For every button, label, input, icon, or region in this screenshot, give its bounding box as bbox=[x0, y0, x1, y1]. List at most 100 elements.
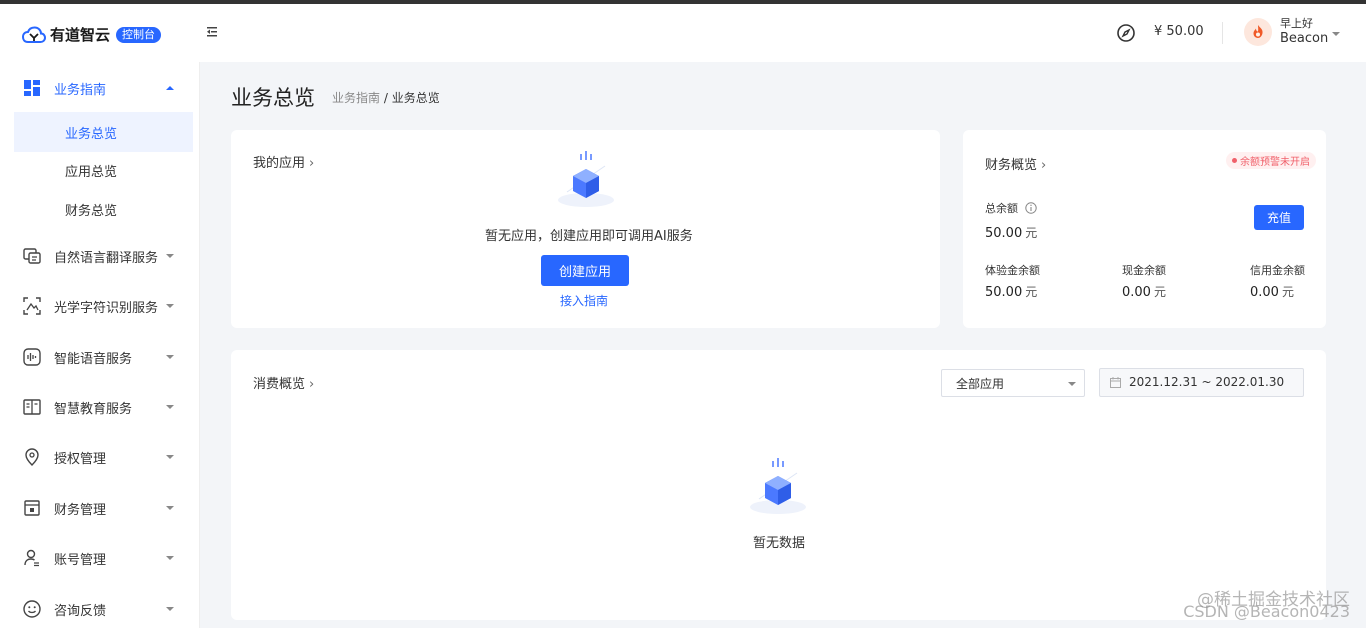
app-filter-value: 全部应用 bbox=[956, 376, 1005, 391]
caret-down-icon bbox=[166, 506, 174, 510]
date-range-picker[interactable]: 2021.12.31 ~ 2022.01.30 bbox=[1099, 368, 1304, 397]
recharge-button[interactable]: 充值 bbox=[1254, 205, 1304, 230]
caret-down-icon bbox=[166, 405, 174, 409]
chevron-right-icon: › bbox=[309, 377, 315, 392]
sidebar-item-label: 业务总览 bbox=[65, 126, 118, 142]
wallet-icon bbox=[24, 500, 40, 516]
logo-text: 有道智云 bbox=[50, 26, 111, 44]
greeting: 早上好 bbox=[1280, 17, 1313, 30]
sidebar-item-label: 智能语音服务 bbox=[54, 351, 133, 367]
sidebar-item-label: 财务总览 bbox=[65, 203, 118, 219]
account-balance[interactable]: ¥ 50.00 bbox=[1154, 24, 1204, 39]
currency-unit: 元 bbox=[1281, 285, 1294, 299]
sidebar-item-account[interactable]: 账号管理 bbox=[0, 538, 200, 578]
consumption-title-text: 消费概览 bbox=[253, 377, 306, 392]
caret-down-icon[interactable] bbox=[1332, 30, 1340, 38]
consumption-empty-text: 暂无数据 bbox=[753, 536, 806, 551]
sidebar-item-translation[interactable]: 自然语言翻译服务 bbox=[0, 236, 200, 276]
compass-icon[interactable] bbox=[1116, 23, 1136, 43]
sidebar-item-label: 光学字符识别服务 bbox=[54, 300, 159, 316]
my-apps-empty-text: 暂无应用，创建应用即可调用AI服务 bbox=[485, 229, 693, 244]
total-balance-label-text: 总余额 bbox=[985, 202, 1018, 215]
watermark-csdn: CSDN @Beacon0423 bbox=[1183, 602, 1350, 621]
app-filter-select[interactable]: 全部应用 bbox=[941, 369, 1085, 397]
calendar-icon bbox=[1110, 377, 1121, 388]
total-balance-amount: 50.00 bbox=[985, 226, 1023, 241]
sidebar-item-label: 自然语言翻译服务 bbox=[54, 250, 159, 266]
currency-unit: 元 bbox=[1153, 285, 1166, 299]
consumption-title[interactable]: 消费概览 › bbox=[253, 373, 314, 392]
total-balance-value: 50.00 元 bbox=[985, 224, 1037, 241]
alert-dot-icon bbox=[1232, 158, 1237, 163]
sidebar-item-label: 业务指南 bbox=[54, 82, 107, 98]
sidebar-item-feedback[interactable]: 咨询反馈 bbox=[0, 589, 200, 628]
sidebar-item-finance-management[interactable]: 财务管理 bbox=[0, 488, 200, 528]
caret-down-icon bbox=[166, 607, 174, 611]
caret-down-icon bbox=[166, 556, 174, 560]
flame-avatar-icon bbox=[1253, 25, 1263, 38]
my-apps-title-text: 我的应用 bbox=[253, 156, 306, 171]
sidebar-item-business-overview[interactable]: 业务总览 bbox=[14, 112, 193, 152]
collapse-sidebar-icon[interactable] bbox=[204, 24, 220, 40]
breadcrumb-parent[interactable]: 业务指南 bbox=[332, 91, 380, 105]
date-range-value: 2021.12.31 ~ 2022.01.30 bbox=[1129, 375, 1285, 389]
sidebar-item-label: 应用总览 bbox=[65, 164, 118, 180]
logo[interactable]: 有道智云 控制台 bbox=[22, 24, 162, 45]
cash-balance-amount: 0.00 bbox=[1122, 285, 1151, 300]
sidebar-item-authorization[interactable]: 授权管理 bbox=[0, 437, 200, 477]
book-icon bbox=[23, 399, 41, 415]
sidebar-item-voice[interactable]: 智能语音服务 bbox=[0, 337, 200, 377]
ocr-icon bbox=[23, 297, 41, 315]
sidebar-item-label: 账号管理 bbox=[54, 552, 107, 568]
credit-balance-label: 信用金余额 bbox=[1250, 264, 1305, 277]
breadcrumb-current: 业务总览 bbox=[391, 91, 440, 105]
caret-down-icon bbox=[166, 455, 174, 459]
sidebar-item-education[interactable]: 智慧教育服务 bbox=[0, 387, 200, 427]
currency-unit: 元 bbox=[1025, 285, 1038, 299]
cloud-logo-icon bbox=[22, 25, 46, 43]
breadcrumb-separator: / bbox=[380, 91, 392, 105]
balance-alert-text: 余额预警未开启 bbox=[1240, 157, 1310, 168]
chevron-right-icon: › bbox=[1041, 158, 1047, 173]
cash-balance-value: 0.00 元 bbox=[1122, 283, 1166, 300]
integration-guide-link[interactable]: 接入指南 bbox=[560, 292, 608, 309]
sidebar-item-business-guide[interactable]: 业务指南 bbox=[0, 68, 200, 108]
my-apps-title[interactable]: 我的应用 › bbox=[253, 152, 314, 171]
caret-down-icon bbox=[166, 254, 174, 258]
sidebar-item-ocr[interactable]: 光学字符识别服务 bbox=[0, 286, 200, 326]
header-divider bbox=[1222, 22, 1223, 44]
top-header: 有道智云 控制台 ¥ 50.00 早上好 Beacon bbox=[0, 4, 1366, 62]
location-icon bbox=[25, 448, 39, 466]
sidebar-item-app-overview[interactable]: 应用总览 bbox=[14, 150, 193, 190]
sidebar-item-label: 咨询反馈 bbox=[54, 603, 107, 619]
user-icon bbox=[24, 549, 39, 567]
empty-data-illustration-icon bbox=[750, 458, 806, 514]
finance-title-text: 财务概览 bbox=[985, 158, 1038, 173]
translate-icon bbox=[23, 248, 41, 264]
balance-alert-badge[interactable]: 余额预警未开启 bbox=[1226, 152, 1316, 169]
avatar[interactable] bbox=[1244, 18, 1272, 46]
finance-title[interactable]: 财务概览 › bbox=[985, 154, 1046, 173]
currency-unit: 元 bbox=[1025, 226, 1038, 240]
trial-balance-amount: 50.00 bbox=[985, 285, 1023, 300]
page-title: 业务总览 bbox=[231, 86, 315, 110]
cash-balance-label: 现金余额 bbox=[1122, 264, 1166, 277]
sidebar: 业务指南 业务总览 应用总览 财务总览 自然语言翻译服务 光学字符识别服务 智能… bbox=[0, 62, 200, 628]
breadcrumb: 业务指南 / 业务总览 bbox=[332, 89, 440, 106]
sidebar-item-label: 财务管理 bbox=[54, 502, 107, 518]
username[interactable]: Beacon bbox=[1280, 31, 1328, 46]
sidebar-item-finance-overview[interactable]: 财务总览 bbox=[14, 189, 193, 229]
create-app-button[interactable]: 创建应用 bbox=[541, 255, 629, 286]
my-apps-card: 我的应用 › 暂无应用，创建应用即可调用AI服务 创建应用 接入指南 bbox=[231, 130, 940, 328]
caret-up-icon bbox=[166, 86, 174, 90]
info-icon[interactable] bbox=[1024, 202, 1037, 214]
credit-balance-value: 0.00 元 bbox=[1250, 283, 1294, 300]
caret-down-icon bbox=[1068, 382, 1076, 386]
smile-icon bbox=[23, 600, 41, 618]
console-badge: 控制台 bbox=[116, 26, 162, 43]
total-balance-label: 总余额 bbox=[985, 200, 1037, 216]
credit-balance-amount: 0.00 bbox=[1250, 285, 1279, 300]
chevron-right-icon: › bbox=[309, 156, 315, 171]
empty-box-illustration-icon bbox=[558, 151, 614, 207]
caret-down-icon bbox=[166, 304, 174, 308]
